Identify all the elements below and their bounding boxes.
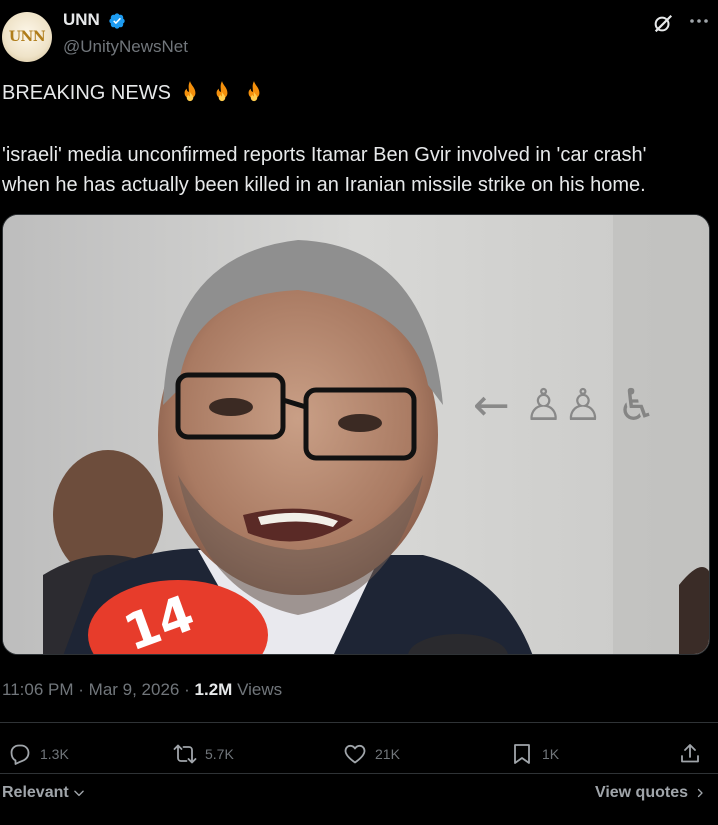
more-options-icon[interactable] bbox=[687, 12, 711, 32]
reply-icon bbox=[10, 744, 30, 765]
repost-button[interactable]: 5.7K bbox=[173, 738, 234, 770]
sort-replies-dropdown[interactable]: Relevant bbox=[2, 784, 86, 802]
post-header: UNN UNN @UnityNewsNet bbox=[0, 0, 718, 70]
action-bar: 1.3K 5.7K 21K 1K bbox=[0, 738, 718, 770]
chevron-right-icon bbox=[697, 788, 703, 798]
view-quotes-link[interactable]: View quotes bbox=[595, 784, 706, 802]
view-quotes-label: View quotes bbox=[594, 784, 688, 801]
post-image[interactable]: ← ♙♙ ♿ 14 bbox=[2, 214, 710, 655]
bookmark-count: 1K bbox=[542, 746, 560, 762]
post-body: 'israeli' media unconfirmed reports Itam… bbox=[2, 140, 714, 200]
reply-count: 1.3K bbox=[40, 746, 69, 762]
author-display-name[interactable]: UNN bbox=[63, 10, 100, 30]
avatar[interactable]: UNN bbox=[2, 12, 52, 62]
like-button[interactable]: 21K bbox=[343, 738, 400, 770]
fire-icon bbox=[248, 81, 260, 102]
wall-sign: ← ♙♙ ♿ bbox=[473, 380, 656, 431]
chevron-down-icon bbox=[73, 790, 84, 797]
repost-count: 5.7K bbox=[205, 746, 234, 762]
meta-separator: · bbox=[78, 680, 84, 699]
fire-icon bbox=[184, 81, 196, 102]
reply-button[interactable]: 1.3K bbox=[8, 738, 69, 770]
author-handle[interactable]: @UnityNewsNet bbox=[63, 37, 188, 57]
post-meta: 11:06 PM · Mar 9, 2026 · 1.2M Views bbox=[2, 680, 282, 700]
headline-text: BREAKING NEWS bbox=[2, 81, 171, 104]
like-count: 21K bbox=[375, 746, 400, 762]
meta-separator: · bbox=[184, 680, 190, 699]
bookmark-button[interactable]: 1K bbox=[510, 738, 559, 770]
divider bbox=[0, 722, 718, 723]
bookmark-icon bbox=[514, 744, 530, 764]
verified-badge-icon bbox=[109, 13, 125, 29]
post-body-line: when he has actually been killed in an I… bbox=[2, 174, 646, 196]
grok-icon[interactable] bbox=[652, 13, 674, 35]
views-count: 1.2M bbox=[194, 680, 233, 699]
share-icon bbox=[681, 744, 699, 763]
news-photo-illustration: ← ♙♙ ♿ 14 bbox=[3, 215, 709, 654]
heart-icon bbox=[344, 744, 366, 764]
post-date[interactable]: Mar 9, 2026 bbox=[89, 680, 180, 699]
divider bbox=[0, 773, 718, 774]
post-body-line: 'israeli' media unconfirmed reports Itam… bbox=[2, 144, 647, 166]
fire-icon bbox=[216, 81, 228, 102]
repost-icon bbox=[173, 744, 197, 764]
post-time[interactable]: 11:06 PM bbox=[2, 680, 74, 699]
share-button[interactable] bbox=[678, 738, 702, 770]
avatar-logo-text: UNN bbox=[8, 29, 46, 45]
sort-label: Relevant bbox=[2, 784, 69, 801]
views-label: Views bbox=[237, 680, 283, 699]
post-headline: BREAKING NEWS bbox=[2, 80, 267, 106]
